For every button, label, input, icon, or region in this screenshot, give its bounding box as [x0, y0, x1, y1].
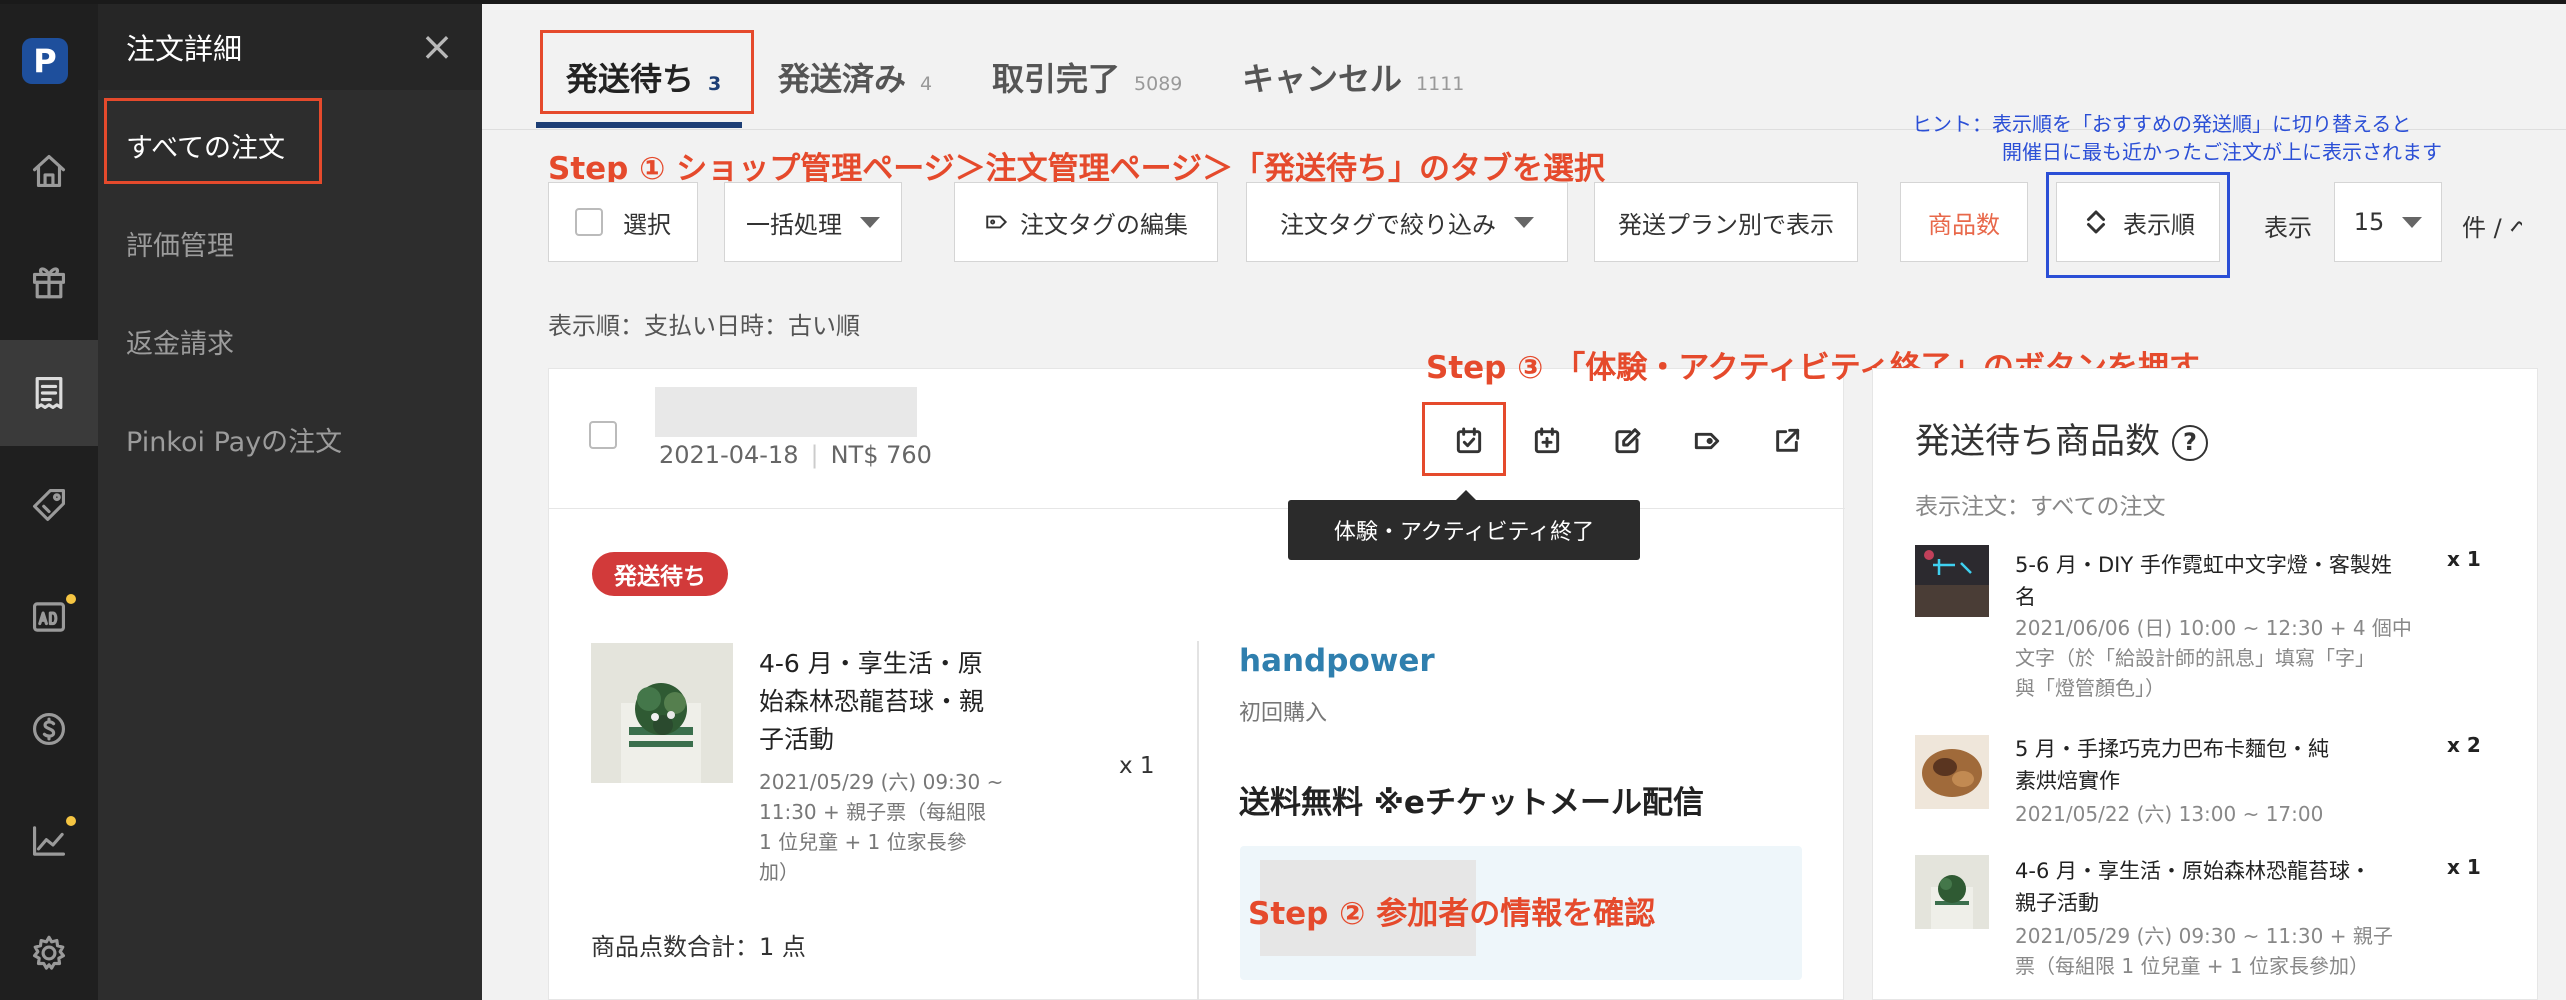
home-icon[interactable]: [0, 118, 98, 224]
order-id-placeholder: [655, 387, 917, 437]
pinkoi-logo[interactable]: P: [22, 38, 68, 84]
select-checkbox-button[interactable]: 選択: [548, 182, 698, 262]
pending-item-title[interactable]: 5 月・手揉巧克力巴布卡麵包・純 素烘焙實作: [2015, 733, 2329, 797]
tab-shipped[interactable]: 発送済み 4: [778, 54, 932, 100]
pending-item-title[interactable]: 5-6 月・DIY 手作霓虹中文字燈・客製姓名: [2015, 549, 2392, 613]
dollar-icon[interactable]: [0, 676, 98, 782]
bulk-action-dropdown[interactable]: 一括処理: [724, 182, 902, 262]
total-items-text: 商品点数合計：1 点: [591, 933, 806, 961]
hint-annotation-line2: 開催日に最も近かったご注文が上に表示されます: [2002, 140, 2442, 164]
submenu-item-reviews[interactable]: 評価管理: [126, 224, 234, 263]
card-column-divider: [1197, 641, 1199, 1000]
edit-note-icon[interactable]: [1607, 421, 1647, 461]
ad-notification-dot: [66, 594, 76, 604]
select-checkbox[interactable]: [575, 208, 603, 236]
product-quantity: x 1: [1119, 753, 1155, 779]
product-photo-moss-ball: [1915, 855, 1989, 929]
pending-item-image[interactable]: [1915, 545, 1989, 617]
pending-item-image[interactable]: [1915, 735, 1989, 809]
pending-item-image[interactable]: [1915, 855, 1989, 929]
hint-annotation-line1: ヒント：表示順を「おすすめの発送順」に切り替えると: [1912, 112, 2412, 136]
help-icon[interactable]: ?: [2172, 425, 2209, 461]
product-title[interactable]: 4-6 月・享生活・原 始森林恐龍苔球・親 子活動: [759, 645, 984, 759]
edit-order-tags-button[interactable]: 注文タグの編集: [954, 182, 1218, 262]
open-external-icon[interactable]: [1767, 421, 1807, 461]
shipping-method: 送料無料 ※eチケットメール配信: [1239, 785, 1704, 821]
stats-notification-dot: [66, 816, 76, 826]
filter-by-tag-dropdown[interactable]: 注文タグで絞り込み: [1246, 182, 1568, 262]
highlight-complete-button: [1422, 402, 1506, 476]
first-purchase-label: 初回購入: [1239, 701, 1328, 726]
pending-items-panel: 発送待ち商品数? 表示注文：すべての注文 5-6 月・DIY 手作霓虹中文字燈・…: [1872, 368, 2538, 1000]
item-count-button[interactable]: 商品数: [1900, 182, 2028, 262]
icon-rail: P: [0, 4, 98, 1000]
order-tag-icon[interactable]: [1687, 421, 1727, 461]
pending-item-qty: x 1: [2447, 547, 2481, 571]
highlight-sort-button: [2046, 172, 2230, 278]
highlight-all-orders: [104, 98, 322, 184]
close-icon[interactable]: ×: [414, 24, 460, 70]
tab-cancelled[interactable]: キャンセル 1111: [1242, 54, 1464, 100]
status-badge: 発送待ち: [592, 552, 728, 596]
submenu-item-pinkoi-pay[interactable]: Pinkoi Payの注文: [126, 420, 342, 459]
chart-icon[interactable]: [0, 788, 98, 894]
step2-annotation: Step ② 参加者の情報を確認: [1248, 896, 1656, 932]
pending-items-subtitle: 表示注文：すべての注文: [1915, 494, 2166, 520]
product-detail: 2021/05/29 (六) 09:30 ~ 11:30 + 親子票（每組限 1…: [759, 770, 1004, 884]
pending-item-qty: x 1: [2447, 855, 2481, 879]
settings-icon[interactable]: [0, 900, 98, 1000]
pending-item-detail: 2021/05/22 (六) 13:00 ~ 17:00: [2015, 802, 2324, 826]
chevron-down-icon: [860, 216, 880, 228]
submenu-item-refunds[interactable]: 返金請求: [126, 322, 234, 361]
pending-item-detail: 2021/06/06 (日) 10:00 ~ 12:30 + 4 個中 文字（於「…: [2015, 616, 2412, 700]
pending-item-detail: 2021/05/29 (六) 09:30 ~ 11:30 + 親子 票（每組限 1…: [2015, 924, 2393, 978]
per-page-unit: 件 / ペ: [2462, 214, 2522, 242]
chevron-down-icon: [1514, 216, 1534, 228]
product-photo-moss-ball: [591, 643, 733, 783]
orders-icon[interactable]: [0, 340, 98, 446]
view-by-shipping-plan-button[interactable]: 発送プラン別で表示: [1594, 182, 1858, 262]
ad-icon[interactable]: [0, 564, 98, 670]
complete-experience-tooltip: 体験・アクティビティ終了: [1288, 490, 1640, 560]
per-page-select[interactable]: 15: [2334, 182, 2442, 262]
add-schedule-icon[interactable]: [1527, 421, 1567, 461]
product-photo-neon-sign: [1915, 545, 1989, 617]
pending-item-title[interactable]: 4-6 月・享生活・原始森林恐龍苔球・ 親子活動: [2015, 855, 2371, 919]
order-card-header: 2021-04-18 | NT$ 760: [549, 369, 1845, 509]
sort-status-text: 表示順：支払い日時：古い順: [548, 312, 860, 340]
order-select-checkbox[interactable]: [589, 421, 617, 449]
gift-icon[interactable]: [0, 228, 98, 334]
tab-completed[interactable]: 取引完了 5089: [992, 54, 1182, 100]
product-photo-babka-bread: [1915, 735, 1989, 809]
active-tab-indicator: [536, 122, 742, 128]
order-date-amount: 2021-04-18 | NT$ 760: [659, 441, 932, 469]
tag-icon: [986, 215, 1008, 229]
product-image[interactable]: [591, 643, 733, 783]
buyer-name[interactable]: handpower: [1239, 643, 1435, 679]
pending-items-title: 発送待ち商品数?: [1915, 413, 2209, 464]
tag-icon[interactable]: [0, 452, 98, 558]
per-page-label: 表示: [2264, 214, 2312, 242]
pending-item-qty: x 2: [2447, 733, 2481, 757]
chevron-down-icon: [2402, 216, 2423, 228]
highlight-awaiting-tab: [540, 30, 754, 114]
